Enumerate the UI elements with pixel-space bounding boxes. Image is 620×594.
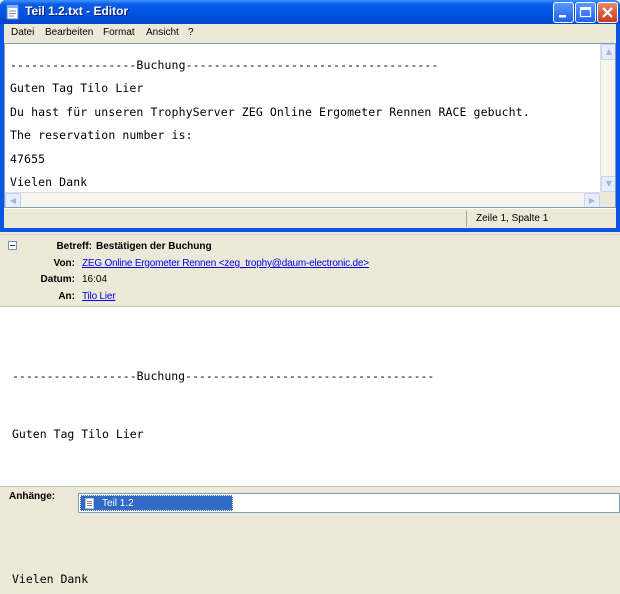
- from-label: Von:: [53, 258, 75, 269]
- to-label: An:: [58, 291, 75, 302]
- scroll-left-arrow-icon[interactable]: ◀: [5, 193, 21, 207]
- sender-link[interactable]: ZEG Online Ergometer Rennen <zeg_trophy@…: [82, 258, 369, 269]
- menu-bearbeiten[interactable]: Bearbeiten: [45, 27, 93, 38]
- minimize-button[interactable]: [553, 2, 574, 23]
- scroll-up-arrow-icon[interactable]: ▲: [601, 44, 615, 60]
- mail-header: Betreff: Bestätigen der Buchung Von: ZEG…: [0, 234, 620, 306]
- vertical-scrollbar[interactable]: ▲ ▼: [600, 44, 615, 192]
- attachments-list[interactable]: Teil 1.2: [78, 493, 620, 513]
- mail-subject: Bestätigen der Buchung: [96, 241, 212, 252]
- date-label: Datum:: [40, 274, 75, 285]
- editor-title: Teil 1.2.txt - Editor: [25, 4, 129, 18]
- scroll-right-arrow-icon[interactable]: ▶: [584, 193, 600, 207]
- maximize-icon: [579, 6, 592, 18]
- menu-help[interactable]: ?: [188, 27, 194, 38]
- minimize-icon: [559, 15, 566, 18]
- scroll-corner: [600, 192, 615, 207]
- collapse-icon[interactable]: [8, 241, 17, 250]
- menu-datei[interactable]: Datei: [11, 27, 34, 38]
- recipient-link[interactable]: Tilo Lier: [82, 291, 116, 302]
- mail-body-text: ------------------Buchung---------------…: [12, 369, 435, 586]
- editor-statusbar: Zeile 1, Spalte 1: [4, 208, 616, 228]
- horizontal-scrollbar[interactable]: ◀ ▶: [5, 192, 600, 207]
- menu-ansicht[interactable]: Ansicht: [146, 27, 179, 38]
- close-icon: [602, 7, 613, 18]
- mail-date: 16:04: [82, 274, 108, 285]
- text-file-icon: [85, 498, 94, 509]
- close-button[interactable]: [597, 2, 618, 23]
- status-separator: [466, 211, 467, 227]
- editor-titlebar[interactable]: Teil 1.2.txt - Editor: [0, 0, 620, 24]
- editor-window: Teil 1.2.txt - Editor Datei Bearbeiten F…: [0, 0, 620, 232]
- maximize-button[interactable]: [575, 2, 596, 23]
- attachment-item[interactable]: Teil 1.2: [80, 495, 233, 511]
- subject-label: Betreff:: [56, 241, 92, 252]
- scroll-down-arrow-icon[interactable]: ▼: [601, 176, 615, 192]
- attachments-bar: Anhänge: Teil 1.2: [0, 486, 620, 522]
- menu-format[interactable]: Format: [103, 27, 135, 38]
- attachments-label: Anhänge:: [9, 491, 56, 502]
- mail-body[interactable]: ------------------Buchung---------------…: [0, 306, 620, 586]
- notepad-icon: [6, 4, 19, 20]
- editor-menubar: Datei Bearbeiten Format Ansicht ?: [4, 24, 616, 43]
- editor-content: ------------------Buchung---------------…: [10, 58, 530, 190]
- attachment-name: Teil 1.2: [102, 498, 134, 509]
- cursor-position: Zeile 1, Spalte 1: [476, 213, 549, 224]
- editor-textarea[interactable]: ------------------Buchung---------------…: [4, 43, 616, 208]
